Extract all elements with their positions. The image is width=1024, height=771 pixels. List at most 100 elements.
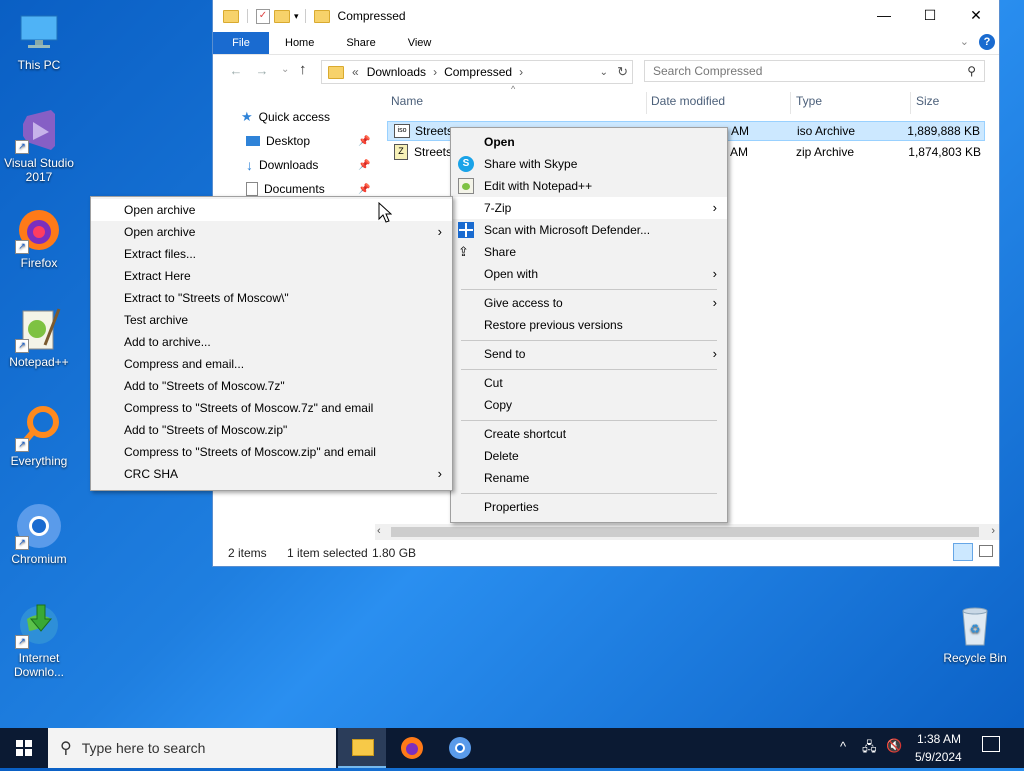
customize-toolbar-chevron-icon[interactable]: ▾ [294,11,299,22]
submenu-item-compress-7z-email[interactable]: Compress to "Streets of Moscow.7z" and e… [91,397,452,419]
chromium-icon: ↗ [15,502,63,550]
menu-item-edit-with-notepad-plus-plus[interactable]: Edit with Notepad++ [451,175,727,197]
volume-muted-icon[interactable]: 🔇 [886,738,902,754]
clock-date[interactable]: 5/9/2024 [915,750,962,764]
nav-item-desktop[interactable]: Desktop 📌 [246,131,370,151]
desktop-icon-notepad-plus-plus[interactable]: ↗ Notepad++ [2,305,76,369]
menu-item-share[interactable]: ⇪ Share [451,241,727,263]
address-segment-downloads[interactable]: Downloads [367,65,426,79]
submenu-item-extract-here[interactable]: Extract Here [91,265,452,287]
pin-icon[interactable]: 📌 [358,160,370,171]
start-button[interactable] [0,728,48,768]
submenu-item-add-to-zip[interactable]: Add to "Streets of Moscow.zip" [91,419,452,441]
column-header-date-modified[interactable]: Date modified [651,94,725,112]
search-icon[interactable]: ⚲ [967,64,976,78]
menu-item-rename[interactable]: Rename [451,467,727,489]
address-overflow[interactable]: « [352,65,359,79]
menu-item-open[interactable]: Open [451,131,727,153]
search-input[interactable]: Search Compressed ⚲ [644,60,985,82]
minimize-button[interactable]: — [861,0,907,30]
refresh-icon[interactable]: ↻ [617,64,628,80]
maximize-button[interactable]: ☐ [907,0,953,30]
column-header-name[interactable]: Name [391,94,423,112]
address-separator-chevron-icon[interactable]: › [519,65,523,79]
large-icons-view-icon[interactable] [979,545,993,557]
nav-item-downloads[interactable]: ↓ Downloads 📌 [246,155,370,175]
scrollbar-thumb[interactable] [391,527,979,537]
desktop-icon-visual-studio[interactable]: ↗ Visual Studio 2017 [2,106,76,184]
menu-item-share-with-skype[interactable]: S Share with Skype [451,153,727,175]
horizontal-scrollbar[interactable]: ‹ › [375,524,999,540]
menu-item-label: Extract to "Streets of Moscow\" [124,291,289,305]
pin-icon[interactable]: 📌 [358,136,370,147]
expand-ribbon-chevron-icon[interactable]: ⌄ [960,35,969,48]
submenu-item-extract-files[interactable]: Extract files... [91,243,452,265]
menu-item-open-with[interactable]: Open with › [451,263,727,285]
desktop-icon-firefox[interactable]: ↗ Firefox [2,206,76,270]
menu-item-give-access-to[interactable]: Give access to › [451,292,727,314]
title-bar[interactable]: ✓ ▾ Compressed — ☐ ✕ [213,0,999,32]
taskbar-app-chromium[interactable] [436,728,484,768]
help-icon[interactable]: ? [979,34,995,50]
close-button[interactable]: ✕ [953,0,999,30]
menu-item-delete[interactable]: Delete [451,445,727,467]
file-date: AM [731,124,749,138]
address-segment-compressed[interactable]: Compressed [444,65,512,79]
address-separator-chevron-icon[interactable]: › [433,65,437,79]
address-bar[interactable]: « Downloads › Compressed › ⌄ ↻ [321,60,633,84]
tab-home[interactable]: Home [269,32,330,54]
menu-item-7-zip[interactable]: 7-Zip › [451,197,727,219]
column-header-type[interactable]: Type [796,94,822,112]
tab-view[interactable]: View [392,32,448,54]
submenu-item-open-archive[interactable]: Open archive [91,199,452,221]
desktop-icon-chromium[interactable]: ↗ Chromium [2,502,76,566]
recent-locations-chevron-icon[interactable]: ⌄ [281,64,289,75]
menu-item-restore-previous-versions[interactable]: Restore previous versions [451,314,727,336]
desktop-icon-recycle-bin[interactable]: ♻ Recycle Bin [938,601,1012,665]
column-divider[interactable] [910,92,911,114]
details-view-icon[interactable] [953,543,973,561]
submenu-item-open-archive-more[interactable]: Open archive › [91,221,452,243]
taskbar-app-firefox[interactable] [388,728,436,768]
menu-item-copy[interactable]: Copy [451,394,727,416]
desktop-icon-everything[interactable]: ↗ Everything [2,404,76,468]
column-divider[interactable] [646,92,647,114]
scroll-right-arrow-icon[interactable]: › [991,525,995,537]
pin-icon[interactable]: 📌 [358,184,370,195]
submenu-item-compress-and-email[interactable]: Compress and email... [91,353,452,375]
menu-item-scan-with-defender[interactable]: Scan with Microsoft Defender... [451,219,727,241]
network-icon[interactable]: 🖧 [862,738,877,760]
taskbar-app-file-explorer[interactable] [338,728,386,768]
forward-arrow-icon[interactable]: → [249,63,275,78]
up-arrow-icon[interactable]: ↑ [299,61,307,78]
show-hidden-icons-chevron-icon[interactable]: ^ [840,739,846,754]
column-divider[interactable] [790,92,791,114]
tab-share[interactable]: Share [330,32,391,54]
submenu-item-test-archive[interactable]: Test archive [91,309,452,331]
notifications-icon[interactable] [982,736,1000,752]
nav-quick-access[interactable]: ★ Quick access [241,107,330,127]
desktop-icon-this-pc[interactable]: This PC [2,8,76,72]
submenu-item-crc-sha[interactable]: CRC SHA › [91,463,452,485]
submenu-item-compress-zip-email[interactable]: Compress to "Streets of Moscow.zip" and … [91,441,452,463]
menu-item-cut[interactable]: Cut [451,372,727,394]
scroll-left-arrow-icon[interactable]: ‹ [377,525,381,537]
clock-time[interactable]: 1:38 AM [917,732,961,746]
menu-item-create-shortcut[interactable]: Create shortcut [451,423,727,445]
desktop-icon-label: Firefox [20,256,58,270]
submenu-item-add-to-7z[interactable]: Add to "Streets of Moscow.7z" [91,375,452,397]
new-folder-icon[interactable] [274,9,290,23]
tab-file[interactable]: File [213,32,269,54]
desktop-icon-label: This PC [17,58,61,72]
menu-item-send-to[interactable]: Send to › [451,343,727,365]
documents-icon [246,182,258,196]
column-header-size[interactable]: Size [916,94,939,112]
menu-item-properties[interactable]: Properties [451,496,727,518]
submenu-item-extract-to-folder[interactable]: Extract to "Streets of Moscow\" [91,287,452,309]
back-arrow-icon[interactable]: ← [223,63,249,78]
submenu-item-add-to-archive[interactable]: Add to archive... [91,331,452,353]
address-dropdown-chevron-icon[interactable]: ⌄ [600,67,608,78]
taskbar-search-box[interactable]: ⚲ Type here to search [48,728,336,768]
properties-icon[interactable]: ✓ [256,8,270,24]
desktop-icon-internet-download-manager[interactable]: ↗ Internet Downlo... [2,601,76,679]
